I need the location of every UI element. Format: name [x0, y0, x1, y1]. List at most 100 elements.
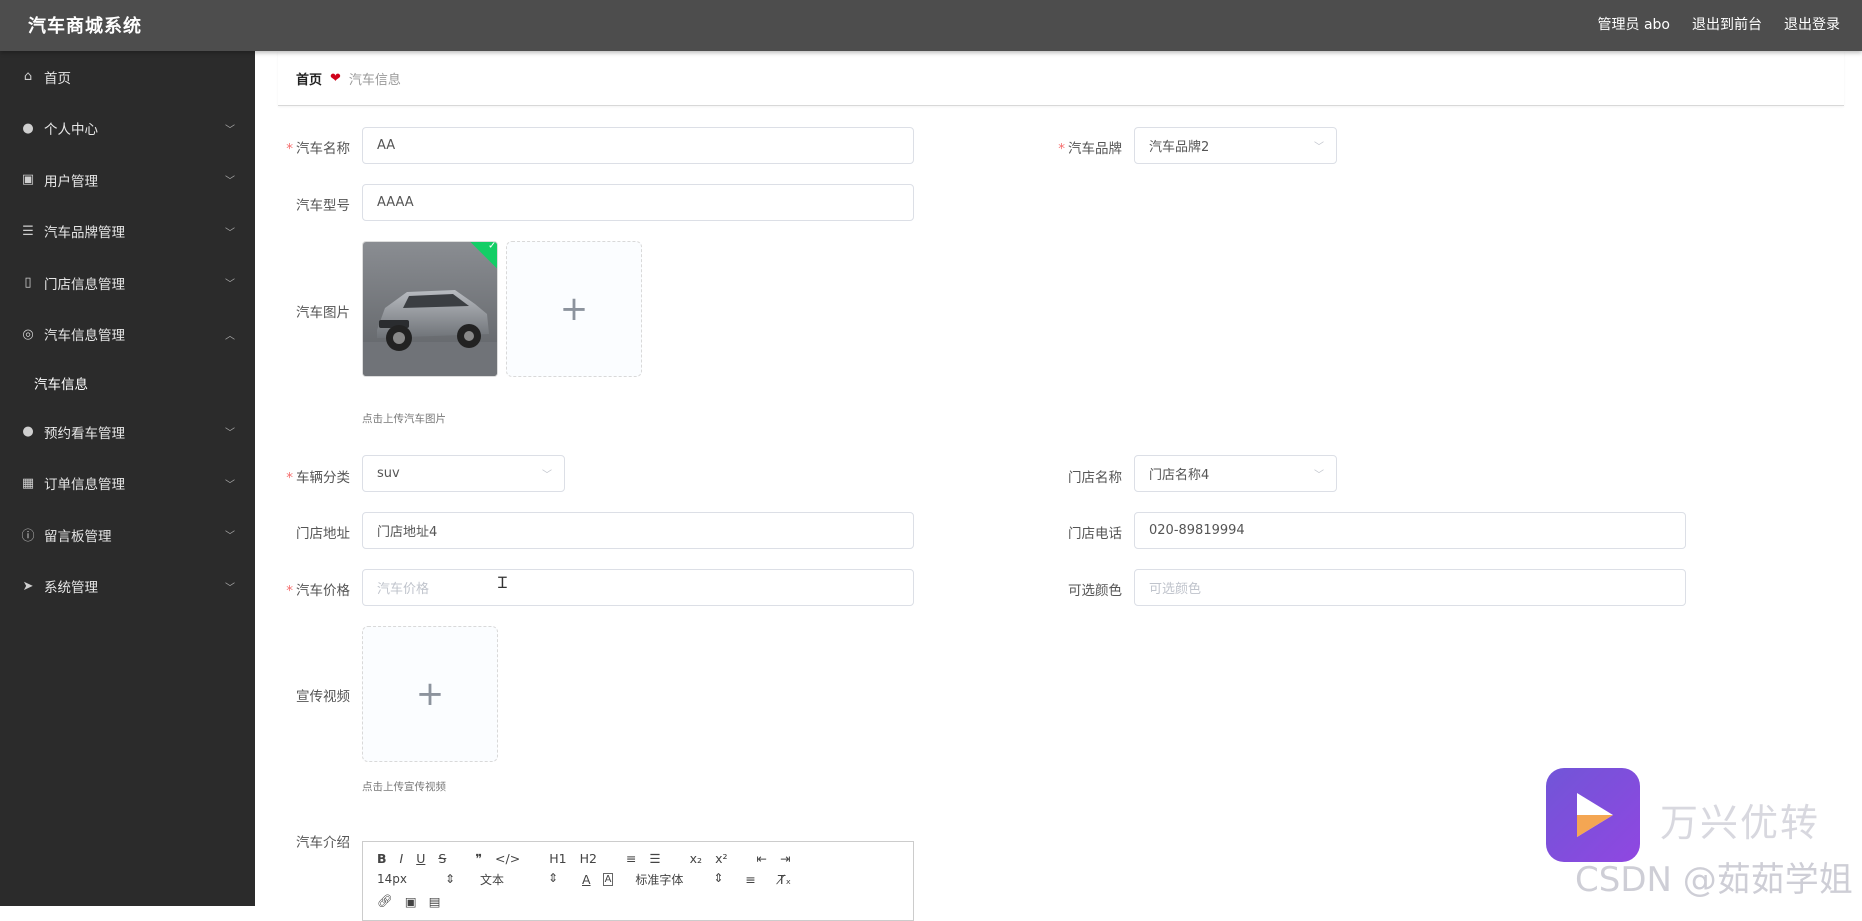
sidebar-item-car-info-management[interactable]: ◎ 汽车信息管理 ︿	[0, 309, 255, 361]
store-address-input[interactable]: 门店地址4	[362, 512, 914, 549]
price-input[interactable]: 汽车价格	[362, 569, 914, 606]
watermark-brand: 万兴优转	[1660, 801, 1821, 845]
car-image-upload-tip: 点击上传汽车图片	[362, 413, 446, 425]
sidebar-item-label: 用户管理	[44, 173, 98, 190]
send-icon: ➤	[22, 578, 34, 594]
color-input[interactable]: 可选颜色	[1134, 569, 1686, 606]
underline-button[interactable]: U	[416, 851, 425, 866]
heading1-button[interactable]: H1	[549, 851, 566, 866]
outdent-button[interactable]: ⇤	[756, 851, 766, 866]
blockquote-button[interactable]: ❞	[475, 851, 482, 866]
font-family-value: 标准字体	[635, 872, 684, 887]
car-name-input[interactable]: AA	[362, 127, 914, 164]
rich-text-editor[interactable]: B I U S ❞ </> H1 H2 ≡ ☰ x₂ x² ⇤ ⇥ 14px ⇕ …	[362, 841, 914, 921]
code-block-button[interactable]: </>	[495, 851, 520, 866]
chevron-down-icon: ﹀	[542, 470, 552, 481]
exit-to-front-link[interactable]: 退出到前台	[1692, 14, 1762, 34]
italic-button[interactable]: I	[400, 851, 404, 866]
updown-icon: ⇕	[713, 870, 724, 885]
heart-icon: ❤	[330, 70, 341, 86]
car-image-thumbnail[interactable]: ✓	[362, 241, 498, 377]
chevron-down-icon: ﹀	[225, 124, 235, 136]
phone-icon: ▯	[24, 275, 32, 291]
sidebar-item-user-management[interactable]: ▣ 用户管理 ﹀	[0, 154, 255, 206]
category-value: suv	[377, 466, 400, 481]
font-family-select[interactable]: 标准字体 ⇕	[635, 871, 723, 888]
color-label: 可选颜色	[1068, 583, 1122, 599]
info-icon: ⓘ	[21, 529, 35, 545]
video-upload-tip: 点击上传宣传视频	[362, 781, 446, 793]
image-icon[interactable]: ▣	[405, 894, 417, 909]
updown-icon: ⇕	[547, 870, 558, 885]
sidebar-item-viewing-appointment[interactable]: ● 预约看车管理 ﹀	[0, 406, 255, 458]
font-size-select[interactable]: 14px ⇕	[377, 872, 455, 886]
superscript-button[interactable]: x²	[715, 851, 727, 866]
sidebar-item-store-management[interactable]: ▯ 门店信息管理 ﹀	[0, 257, 255, 309]
sidebar-item-personal-center[interactable]: ● 个人中心 ﹀	[0, 103, 255, 155]
plus-icon: +	[559, 289, 589, 329]
sidebar-item-message-board[interactable]: ⓘ 留言板管理 ﹀	[0, 509, 255, 561]
chevron-down-icon: ﹀	[1314, 470, 1324, 481]
category-select[interactable]: suv ﹀	[362, 455, 565, 492]
car-brand-label: * 汽车品牌	[1058, 141, 1122, 157]
ordered-list-button[interactable]: ≡	[626, 851, 636, 866]
user-icon: ●	[22, 424, 34, 440]
sidebar-item-brand-management[interactable]: ☰ 汽车品牌管理 ﹀	[0, 206, 255, 258]
chevron-down-icon: ﹀	[225, 479, 235, 491]
font-color-button[interactable]: A	[582, 872, 591, 887]
target-icon: ◎	[22, 326, 34, 342]
breadcrumb: 首页 ❤ 汽车信息	[278, 51, 1844, 106]
block-type-value: 文本	[480, 872, 505, 887]
sidebar-item-label: 订单信息管理	[44, 477, 125, 494]
bold-button[interactable]: B	[377, 851, 387, 866]
indent-button[interactable]: ⇥	[780, 851, 790, 866]
sliders-icon: ☰	[22, 223, 34, 239]
car-image-label: 汽车图片	[296, 305, 350, 321]
home-icon: ⌂	[23, 69, 33, 85]
block-type-select[interactable]: 文本 ⇕	[480, 871, 558, 888]
link-icon[interactable]: 🔗︎	[377, 893, 393, 909]
play-logo-icon	[1577, 793, 1613, 837]
video-icon[interactable]: ▤	[429, 894, 441, 909]
top-header: 汽车商城系统 管理员 abo 退出到前台 退出登录	[0, 0, 1862, 51]
sidebar: ⌂ 首页 ● 个人中心 ﹀ ▣ 用户管理 ﹀ ☰ 汽车品牌管理 ﹀ ▯ 门店信息…	[0, 51, 255, 906]
clear-format-icon[interactable]: T̸ₓ	[778, 872, 791, 887]
chevron-down-icon: ﹀	[225, 582, 235, 594]
chevron-down-icon: ﹀	[225, 176, 235, 187]
store-phone-input[interactable]: 020-89819994	[1134, 512, 1686, 549]
sidebar-item-system-management[interactable]: ➤ 系统管理 ﹀	[0, 561, 255, 613]
breadcrumb-home[interactable]: 首页	[296, 69, 322, 88]
logout-link[interactable]: 退出登录	[1784, 14, 1840, 34]
chevron-up-icon: ︿	[225, 330, 235, 342]
editor-toolbar-row-2: 14px ⇕ 文本 ⇕ A A 标准字体 ⇕ ≡ T̸ₓ	[363, 869, 913, 889]
car-image-upload-button[interactable]: +	[506, 241, 642, 377]
watermark-csdn: CSDN @茹茹学姐	[1575, 860, 1853, 900]
subscript-button[interactable]: x₂	[690, 851, 702, 866]
align-icon[interactable]: ≡	[745, 872, 755, 887]
video-upload-button[interactable]: +	[362, 626, 498, 762]
sidebar-subitem-car-info[interactable]: 汽车信息	[0, 360, 255, 406]
store-name-select[interactable]: 门店名称4 ﹀	[1134, 455, 1337, 492]
car-image	[363, 242, 497, 376]
header-links: 管理员 abo 退出到前台 退出登录	[1598, 14, 1840, 34]
grid-icon: ▦	[21, 475, 35, 491]
sidebar-item-label: 首页	[44, 70, 71, 87]
car-brand-value: 汽车品牌2	[1149, 140, 1210, 155]
car-model-input[interactable]: AAAA	[362, 184, 914, 221]
car-brand-select[interactable]: 汽车品牌2 ﹀	[1134, 127, 1337, 164]
store-phone-label: 门店电话	[1068, 526, 1122, 542]
background-color-button[interactable]: A	[602, 872, 614, 886]
sidebar-item-label: 门店信息管理	[44, 276, 125, 293]
user-icon: ●	[22, 120, 34, 136]
sidebar-item-home[interactable]: ⌂ 首页	[0, 51, 255, 103]
chevron-down-icon: ﹀	[225, 531, 235, 542]
admin-user-link[interactable]: 管理员 abo	[1598, 14, 1670, 34]
sidebar-item-order-management[interactable]: ▦ 订单信息管理 ﹀	[0, 458, 255, 510]
store-name-value: 门店名称4	[1149, 468, 1210, 483]
strike-button[interactable]: S	[438, 851, 446, 866]
editor-toolbar-row-3: 🔗︎ ▣ ▤	[363, 891, 913, 911]
sidebar-item-label: 汽车信息管理	[44, 328, 125, 345]
heading2-button[interactable]: H2	[580, 851, 597, 866]
bullet-list-button[interactable]: ☰	[649, 851, 660, 866]
video-label: 宣传视频	[296, 689, 350, 705]
